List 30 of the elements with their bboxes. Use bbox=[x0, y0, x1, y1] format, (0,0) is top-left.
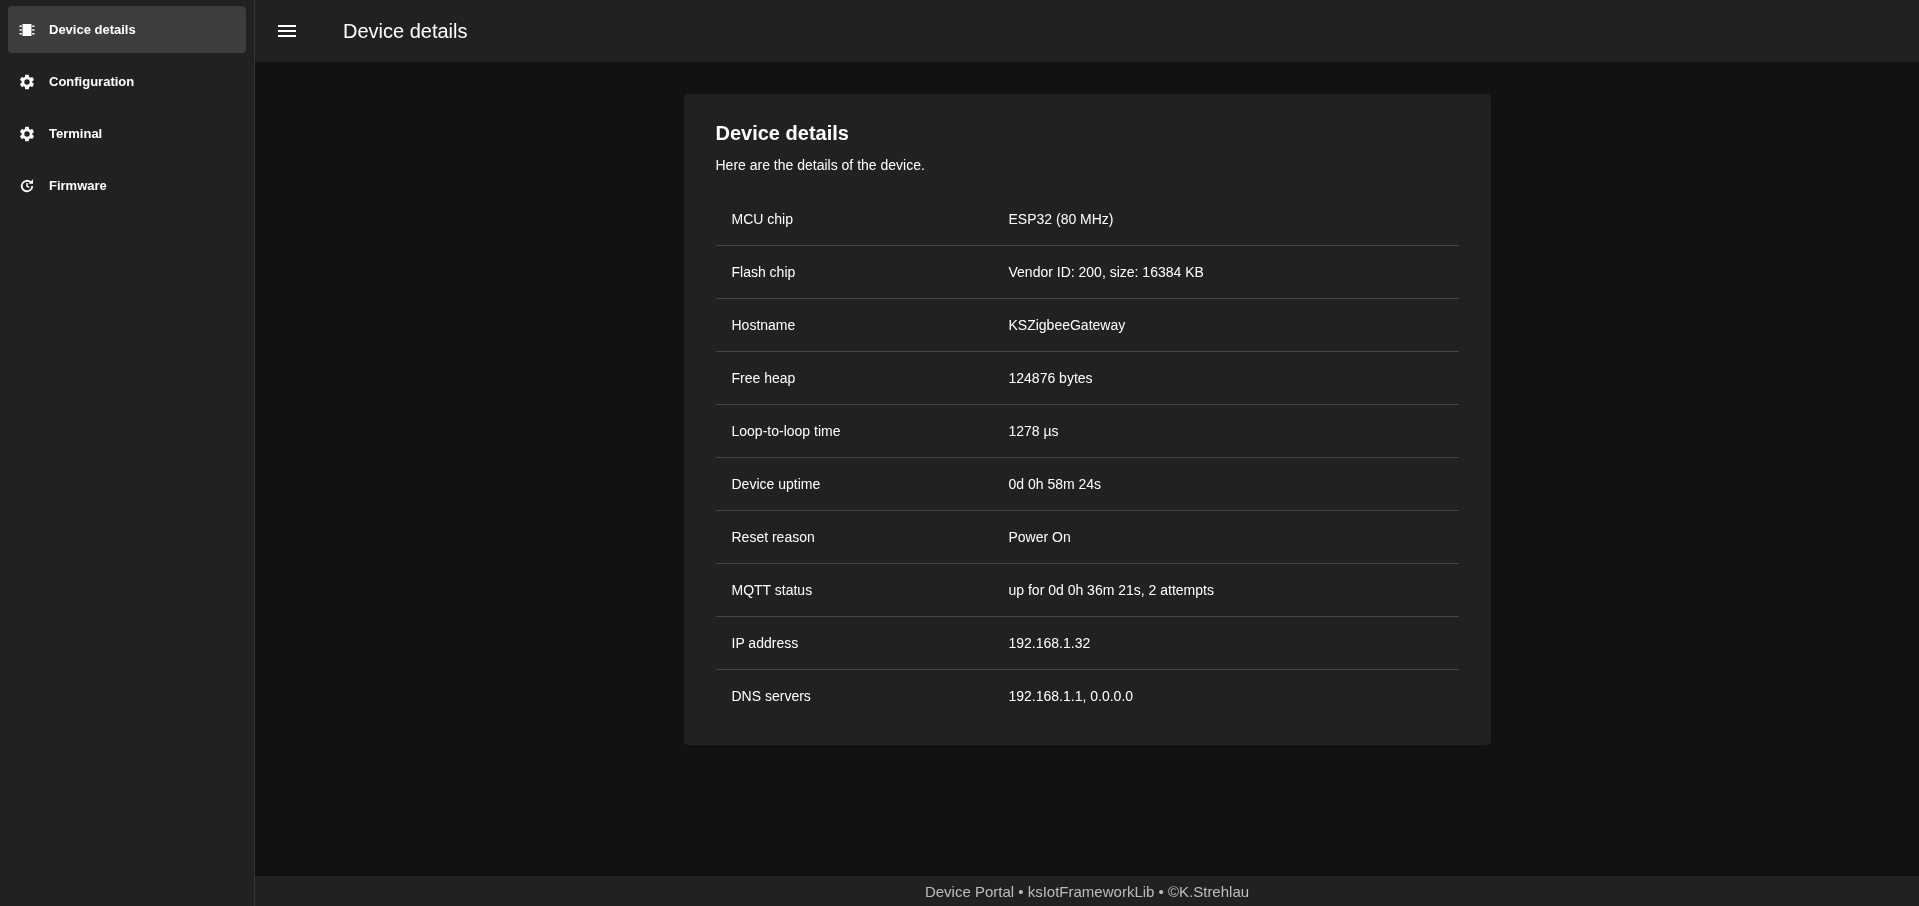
table-cell-text: MCU chip bbox=[731, 211, 794, 227]
table-cell: ESP32 (80 MHz) bbox=[1008, 211, 1114, 227]
table-cell-text: Device uptime bbox=[731, 476, 822, 492]
table-cell-text: Free heap bbox=[731, 370, 797, 386]
table-cell-text: Reset reason bbox=[731, 529, 816, 545]
gear-icon bbox=[18, 72, 36, 91]
sidebar-item[interactable]: Terminal bbox=[8, 110, 246, 157]
card-title: Device details bbox=[715, 122, 850, 145]
table-cell: Power On bbox=[1008, 529, 1071, 545]
table-cell-text: MQTT status bbox=[731, 582, 814, 598]
table-cell-text: DNS servers bbox=[731, 688, 812, 704]
sidebar-item[interactable]: Device details bbox=[8, 6, 246, 53]
table-cell-text: Flash chip bbox=[731, 264, 797, 280]
gear-icon bbox=[18, 124, 36, 143]
table-cell: up for 0d 0h 36m 21s, 2 attempts bbox=[1008, 582, 1214, 598]
footer-text: Device Portal • ksIotFrameworkLib • ©K.Strehlau bbox=[924, 882, 1250, 900]
table-cell: 0d 0h 58m 24s bbox=[1008, 476, 1102, 492]
table-cell: 192.168.1.1, 0.0.0.0 bbox=[1008, 688, 1134, 704]
card-subtitle: Here are the details of the device. bbox=[715, 157, 926, 173]
page-title: Device details bbox=[343, 19, 468, 43]
table-cell: 1278 µs bbox=[1008, 423, 1059, 439]
table-cell: 124876 bytes bbox=[1008, 370, 1093, 386]
table-cell-text: Loop-to-loop time bbox=[731, 423, 842, 439]
sidebar-item[interactable]: Configuration bbox=[8, 58, 246, 105]
sidebar-item[interactable]: Firmware bbox=[8, 162, 246, 209]
table-cell-text: Hostname bbox=[731, 317, 797, 333]
table-cell: KSZigbeeGateway bbox=[1008, 317, 1126, 333]
table-cell-text: IP address bbox=[731, 635, 800, 651]
table-cell: Vendor ID: 200, size: 16384 KB bbox=[1008, 264, 1204, 280]
table-cell: 192.168.1.32 bbox=[1008, 635, 1091, 651]
